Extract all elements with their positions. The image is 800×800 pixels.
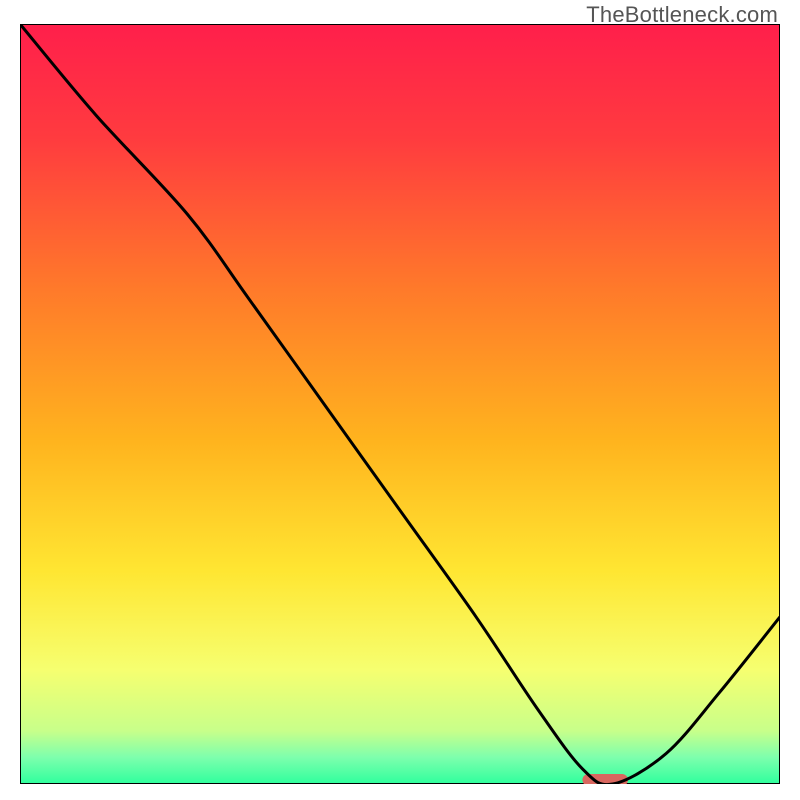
chart-background xyxy=(20,24,780,784)
bottleneck-chart xyxy=(20,24,780,784)
chart-frame xyxy=(20,24,780,784)
